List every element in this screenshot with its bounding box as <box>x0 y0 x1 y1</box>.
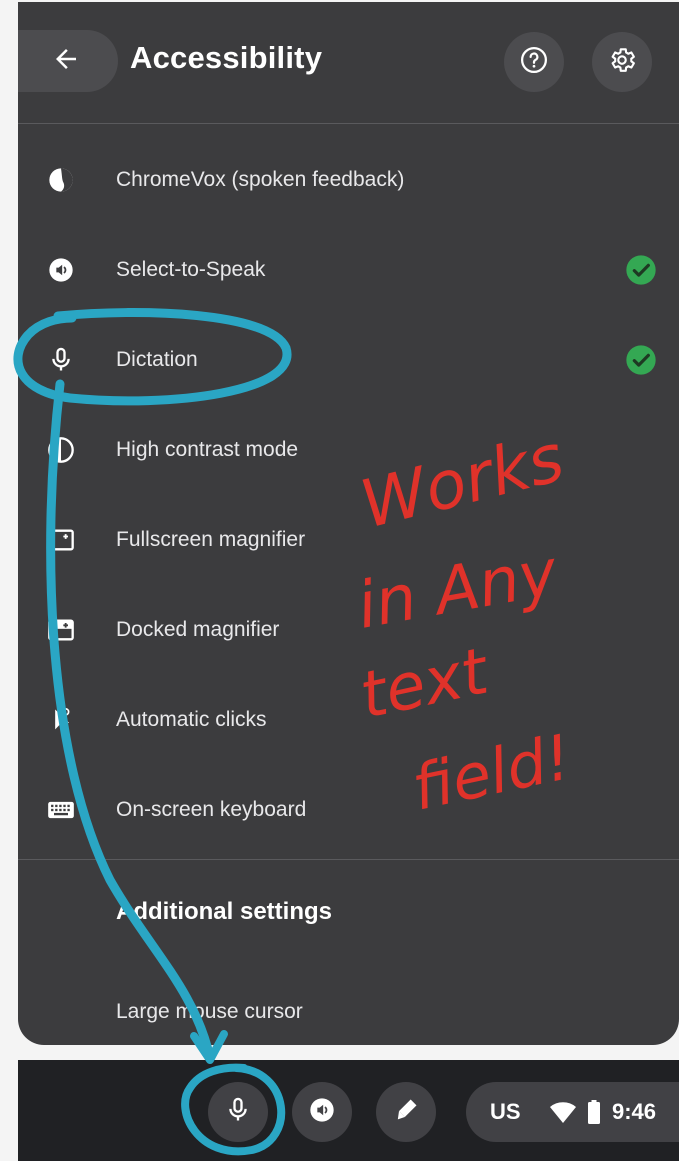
arrow-left-icon <box>51 44 81 79</box>
microphone-icon <box>224 1096 252 1129</box>
item-label: Select-to-Speak <box>116 258 266 281</box>
wifi-icon <box>550 1102 576 1123</box>
item-automatic-clicks[interactable]: Automatic clicks <box>18 675 679 765</box>
item-fullscreen-magnifier[interactable]: Fullscreen magnifier <box>18 495 679 585</box>
accessibility-panel: Accessibility ChromeVox (spoken feedback… <box>18 2 679 1045</box>
item-label: Large mouse cursor <box>116 1000 303 1023</box>
item-chromevox[interactable]: ChromeVox (spoken feedback) <box>18 135 679 225</box>
section-divider <box>18 859 679 860</box>
clock: 9:46 <box>612 1099 657 1124</box>
status-area[interactable]: US 9:46 <box>466 1082 679 1142</box>
item-label: Fullscreen magnifier <box>116 528 306 551</box>
battery-icon <box>588 1100 600 1124</box>
stylus-tools-button[interactable] <box>376 1082 436 1142</box>
check-circle-icon <box>626 255 656 285</box>
item-label: Docked magnifier <box>116 618 280 641</box>
item-label: ChromeVox (spoken feedback) <box>116 168 405 191</box>
pen-icon <box>392 1096 420 1129</box>
screen: Accessibility ChromeVox (spoken feedback… <box>0 0 679 1161</box>
keyboard-icon <box>46 795 76 825</box>
gear-icon <box>607 45 637 80</box>
page-title: Accessibility <box>130 40 323 75</box>
select-to-speak-icon <box>308 1096 336 1129</box>
help-circle-icon <box>519 45 549 80</box>
item-label: Automatic clicks <box>116 708 267 731</box>
select-to-speak-icon <box>46 255 76 285</box>
item-on-screen-keyboard[interactable]: On-screen keyboard <box>18 765 679 855</box>
panel-header: Accessibility <box>18 2 679 125</box>
input-locale: US <box>490 1099 521 1124</box>
select-to-speak-shelf-button[interactable] <box>292 1082 352 1142</box>
settings-button[interactable] <box>592 32 652 92</box>
header-divider <box>18 123 679 124</box>
dictation-shelf-button[interactable] <box>208 1082 268 1142</box>
item-select-to-speak[interactable]: Select-to-Speak <box>18 225 679 315</box>
item-docked-magnifier[interactable]: Docked magnifier <box>18 585 679 675</box>
system-shelf: US 9:46 <box>18 1060 679 1161</box>
item-label: Dictation <box>116 348 198 371</box>
item-high-contrast[interactable]: High contrast mode <box>18 405 679 495</box>
check-circle-icon <box>626 345 656 375</box>
item-large-mouse-cursor[interactable]: Large mouse cursor <box>18 967 679 1045</box>
chromevox-icon <box>46 165 76 195</box>
autoclick-icon <box>46 705 76 735</box>
contrast-icon <box>46 435 76 465</box>
back-button[interactable] <box>18 30 118 92</box>
microphone-icon <box>46 345 76 375</box>
item-dictation[interactable]: Dictation <box>18 315 679 405</box>
fullscreen-magnifier-icon <box>46 525 76 555</box>
additional-settings-heading: Additional settings <box>116 898 332 925</box>
help-button[interactable] <box>504 32 564 92</box>
item-label: On-screen keyboard <box>116 798 307 821</box>
docked-magnifier-icon <box>46 615 76 645</box>
item-label: High contrast mode <box>116 438 299 461</box>
